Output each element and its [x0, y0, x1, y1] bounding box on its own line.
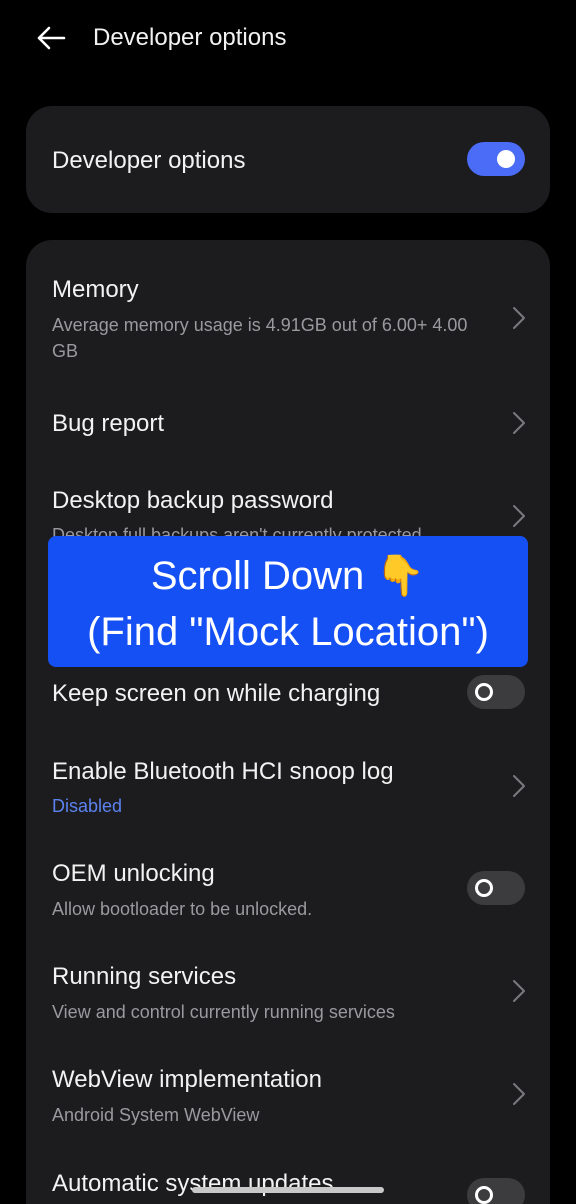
setting-subtitle: Allow bootloader to be unlocked.	[52, 899, 313, 919]
chevron-right-icon	[513, 775, 525, 797]
page-title: Developer options	[93, 24, 287, 51]
automatic-updates-switch[interactable]	[467, 1178, 525, 1204]
setting-row-bug-report[interactable]: Bug report	[26, 390, 550, 470]
switch-knob	[475, 879, 493, 897]
back-button[interactable]	[32, 22, 70, 54]
app-bar: Developer options	[0, 0, 576, 80]
setting-title: Automatic system updates	[52, 1170, 334, 1197]
setting-title: WebView implementation	[52, 1066, 322, 1093]
switch-knob	[497, 150, 515, 168]
setting-title: Enable Bluetooth HCI snoop log	[52, 758, 394, 785]
setting-row-bluetooth-hci-snoop-log[interactable]: Enable Bluetooth HCI snoop log Disabled	[26, 740, 550, 840]
setting-title: Running services	[52, 963, 237, 990]
chevron-right-icon	[513, 980, 525, 1002]
setting-title: Keep screen on while charging	[52, 680, 381, 707]
switch-knob	[475, 1186, 493, 1204]
gesture-navigation-bar[interactable]	[192, 1187, 384, 1193]
setting-title: OEM unlocking	[52, 860, 215, 887]
setting-subtitle: Average memory usage is 4.91GB out of 6.…	[52, 315, 468, 361]
setting-title: Memory	[52, 276, 139, 303]
setting-row-webview-implementation[interactable]: WebView implementation Android System We…	[26, 1045, 550, 1150]
setting-row-keep-screen-on[interactable]: Keep screen on while charging	[26, 660, 550, 740]
setting-title: Desktop backup password	[52, 487, 334, 514]
setting-title: Bug report	[52, 410, 165, 437]
master-toggle-card: Developer options	[26, 106, 550, 213]
setting-row-memory[interactable]: Memory Average memory usage is 4.91GB ou…	[26, 240, 550, 390]
setting-row-running-services[interactable]: Running services View and control curren…	[26, 940, 550, 1045]
scroll-hint-line-1: Scroll Down 👇	[150, 554, 426, 598]
setting-subtitle: View and control currently running servi…	[52, 1002, 395, 1022]
keep-screen-on-switch[interactable]	[467, 675, 525, 709]
scroll-hint-line-2: (Find "Mock Location")	[87, 610, 489, 654]
settings-list: Memory Average memory usage is 4.91GB ou…	[26, 240, 550, 1204]
setting-subtitle: Android System WebView	[52, 1105, 260, 1125]
chevron-right-icon	[513, 412, 525, 434]
chevron-right-icon	[513, 1083, 525, 1105]
chevron-right-icon	[513, 505, 525, 527]
chevron-right-icon	[513, 307, 525, 329]
developer-options-switch[interactable]	[467, 142, 525, 176]
arrow-left-icon	[37, 26, 66, 50]
setting-row-automatic-system-updates[interactable]: Automatic system updates	[26, 1150, 550, 1204]
oem-unlocking-switch[interactable]	[467, 871, 525, 905]
setting-status: Disabled	[52, 796, 123, 816]
developer-options-label: Developer options	[52, 147, 246, 174]
scroll-hint-banner: Scroll Down 👇 (Find "Mock Location")	[48, 536, 528, 667]
switch-knob	[475, 683, 493, 701]
setting-row-oem-unlocking[interactable]: OEM unlocking Allow bootloader to be unl…	[26, 840, 550, 940]
